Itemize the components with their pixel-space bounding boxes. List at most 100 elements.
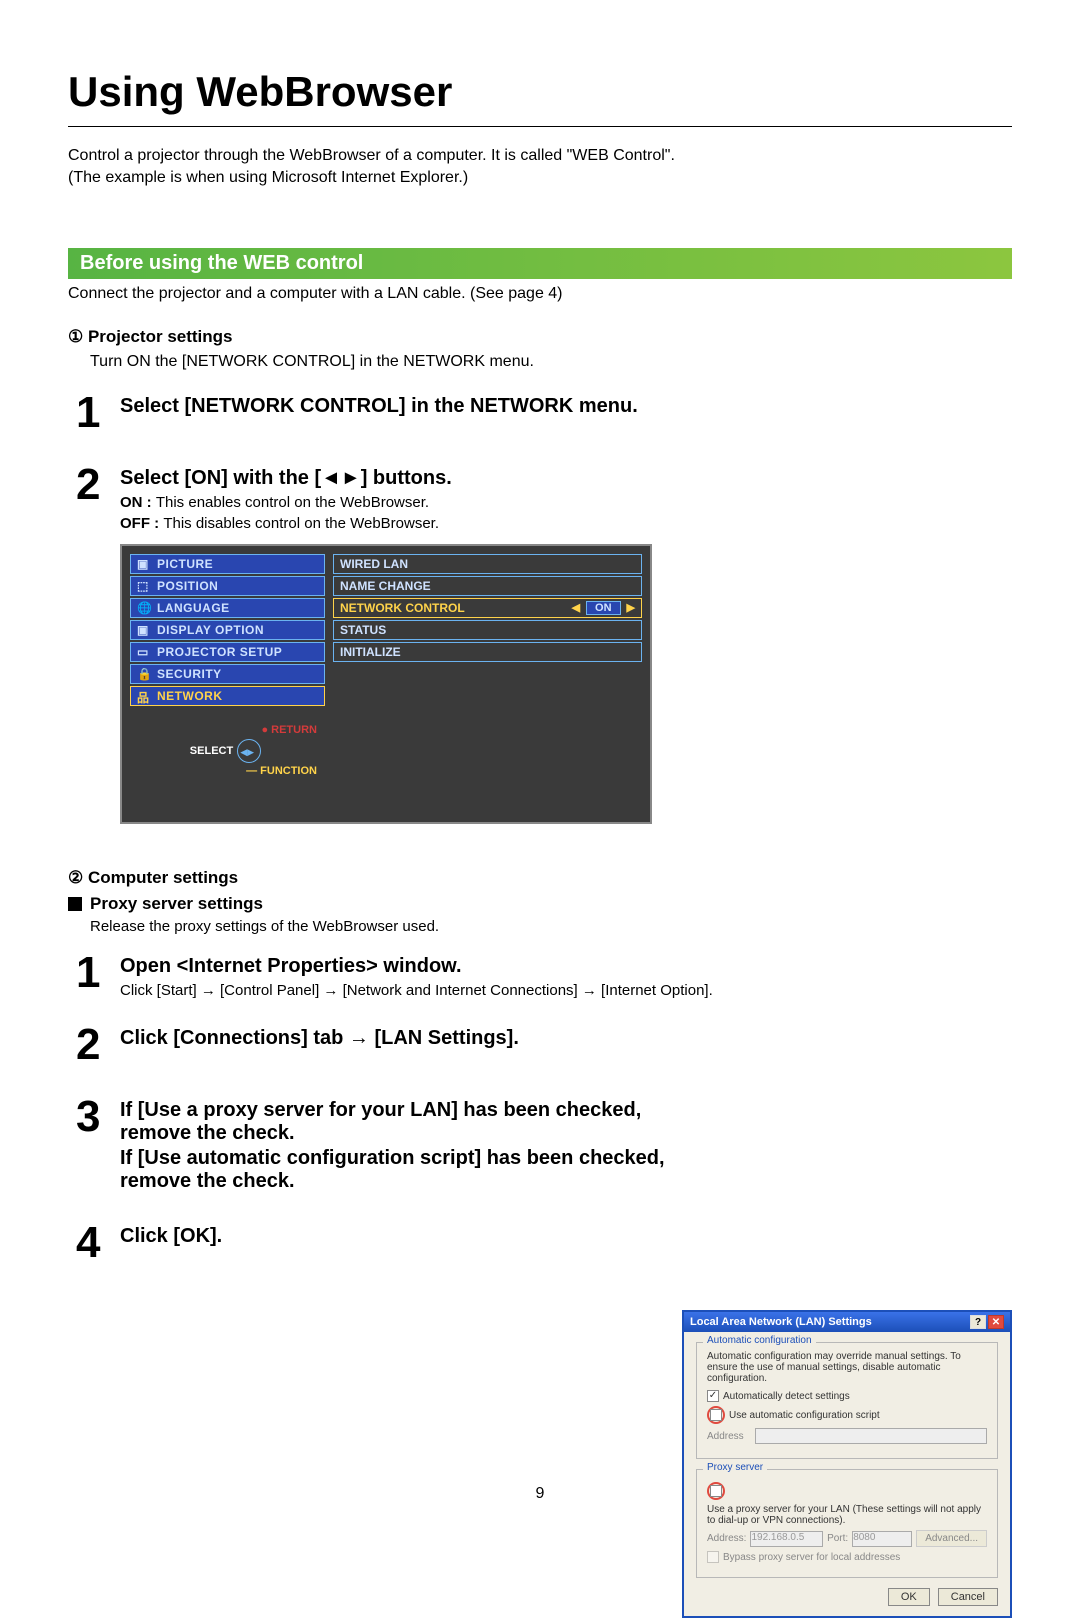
picture-icon: ▣ xyxy=(137,557,151,571)
off-desc: This disables control on the WebBrowser. xyxy=(163,515,439,532)
close-button[interactable]: ✕ xyxy=(988,1315,1004,1329)
network-icon: 品 xyxy=(137,689,151,703)
auto-config-group: Automatic configuration Automatic config… xyxy=(696,1342,998,1459)
menu-label: SECURITY xyxy=(157,667,222,681)
step-sub: Click [Start] → [Control Panel] → [Netwo… xyxy=(120,980,1012,1001)
menu-item-projector-setup: ▭ PROJECTOR SETUP xyxy=(130,642,325,662)
on-label: ON : xyxy=(120,494,156,511)
projector-settings-heading: ① Projector settings xyxy=(68,327,1012,347)
step-number: 3 xyxy=(76,1095,120,1139)
position-icon: ⬚ xyxy=(137,579,151,593)
proxy-port-label: Port: xyxy=(827,1533,848,1544)
proxy-addr-input[interactable]: 192.168.0.5 xyxy=(750,1531,823,1547)
menu-item-picture: ▣ PICTURE xyxy=(130,554,325,574)
bypass-row: Bypass proxy server for local addresses xyxy=(707,1551,987,1563)
lan-button-row: OK Cancel xyxy=(696,1588,998,1606)
auto-address-row: Address xyxy=(707,1428,987,1444)
menu-item-position: ⬚ POSITION xyxy=(130,576,325,596)
step-title-line1: If [Use a proxy server for your LAN] has… xyxy=(120,1099,678,1145)
menu-label: NAME CHANGE xyxy=(340,579,431,593)
return-label: ● RETURN xyxy=(261,724,317,736)
proxy-sub: Release the proxy settings of the WebBro… xyxy=(68,918,1012,935)
auto-config-note: Automatic configuration may override man… xyxy=(707,1351,987,1384)
menu-item-language: 🌐 LANGUAGE xyxy=(130,598,325,618)
display-icon: ▣ xyxy=(137,623,151,637)
address-label: Address xyxy=(707,1431,751,1442)
step-title: Select [ON] with the [◄►] buttons. xyxy=(120,467,1012,490)
step-title: Click [OK]. xyxy=(120,1225,1012,1248)
menu-label: NETWORK CONTROL xyxy=(340,601,465,615)
step-title: Select [NETWORK CONTROL] in the NETWORK … xyxy=(120,395,1012,418)
right-arrow-icon: ▶ xyxy=(627,601,635,614)
proxy-addr-label: Address: xyxy=(707,1533,746,1544)
projector-settings-sub: Turn ON the [NETWORK CONTROL] in the NET… xyxy=(68,353,1012,371)
intro-line-1: Control a projector through the WebBrows… xyxy=(68,147,675,164)
on-badge: ON xyxy=(586,601,621,615)
step-title: Open <Internet Properties> window. xyxy=(120,955,1012,978)
help-button[interactable]: ? xyxy=(970,1315,986,1329)
intro-line-2: (The example is when using Microsoft Int… xyxy=(68,169,468,186)
menu-r-name-change: NAME CHANGE xyxy=(333,576,642,596)
menu-label: INITIALIZE xyxy=(340,645,401,659)
menu-label: POSITION xyxy=(157,579,218,593)
menu-label: PICTURE xyxy=(157,557,213,571)
auto-script-row: Use automatic configuration script xyxy=(707,1406,987,1424)
lan-dialog-titlebar: Local Area Network (LAN) Settings ? ✕ xyxy=(684,1312,1010,1332)
projector-menu-screenshot: ▣ PICTURE ⬚ POSITION 🌐 LANGUAGE ▣DISPLAY OP… xyxy=(120,544,652,824)
proxy-port-input[interactable]: 8080 xyxy=(852,1531,912,1547)
page-title: Using WebBrowser xyxy=(68,68,1012,127)
menu-right-column: WIRED LAN NAME CHANGE NETWORK CONTROL ◀ … xyxy=(333,554,642,814)
proxy-heading: Proxy server settings xyxy=(68,894,1012,914)
menu-label: PROJECTOR SETUP xyxy=(157,645,282,659)
auto-detect-label: Automatically detect settings xyxy=(723,1391,850,1402)
proxy-legend: Proxy server xyxy=(703,1462,767,1473)
lan-dialog-title: Local Area Network (LAN) Settings xyxy=(690,1316,872,1328)
step-number: 2 xyxy=(76,1023,120,1067)
menu-r-status: STATUS xyxy=(333,620,642,640)
menu-footer: ● RETURN SELECT — FUNCTION xyxy=(130,722,325,781)
ok-button[interactable]: OK xyxy=(888,1588,930,1606)
lock-icon: 🔒 xyxy=(137,667,151,681)
computer-step-1: 1 Open <Internet Properties> window. Cli… xyxy=(68,951,1012,1001)
section-heading: Before using the WEB control xyxy=(68,248,1012,279)
projector-icon: ▭ xyxy=(137,645,151,659)
auto-address-input[interactable] xyxy=(755,1428,987,1444)
menu-r-network-control: NETWORK CONTROL ◀ ON ▶ xyxy=(333,598,642,618)
on-desc: This enables control on the WebBrowser. xyxy=(156,494,429,511)
menu-label: WIRED LAN xyxy=(340,557,408,571)
menu-item-network: 品NETWORK xyxy=(130,686,325,706)
step-number: 1 xyxy=(76,391,120,435)
off-label: OFF : xyxy=(120,515,163,532)
lan-settings-dialog: Local Area Network (LAN) Settings ? ✕ Au… xyxy=(682,1310,1012,1618)
projector-step-2: 2 Select [ON] with the [◄►] buttons. ON … xyxy=(68,463,1012,534)
intro-text: Control a projector through the WebBrows… xyxy=(68,145,1012,190)
menu-r-wired-lan: WIRED LAN xyxy=(333,554,642,574)
auto-script-label: Use automatic configuration script xyxy=(729,1410,880,1421)
menu-label: LANGUAGE xyxy=(157,601,230,615)
computer-settings-heading: ② Computer settings xyxy=(68,868,1012,888)
auto-script-checkbox[interactable] xyxy=(710,1409,722,1421)
red-circle-icon xyxy=(707,1406,725,1424)
page-number: 9 xyxy=(0,1485,1080,1503)
step-title-line2: If [Use automatic configuration script] … xyxy=(120,1147,678,1193)
function-label: — FUNCTION xyxy=(246,765,317,777)
menu-item-display-option: ▣DISPLAY OPTION xyxy=(130,620,325,640)
menu-item-security: 🔒 SECURITY xyxy=(130,664,325,684)
square-bullet-icon xyxy=(68,897,82,911)
bypass-checkbox[interactable] xyxy=(707,1551,719,1563)
step-title: Click [Connections] tab → [LAN Settings]… xyxy=(120,1027,1012,1050)
proxy-heading-text: Proxy server settings xyxy=(90,894,263,914)
step-number: 4 xyxy=(76,1221,120,1265)
section-intro: Connect the projector and a computer wit… xyxy=(68,285,1012,303)
cancel-button[interactable]: Cancel xyxy=(938,1588,998,1606)
auto-config-legend: Automatic configuration xyxy=(703,1335,816,1346)
proxy-address-row: Address: 192.168.0.5 Port: 8080 Advanced… xyxy=(707,1530,987,1547)
advanced-button[interactable]: Advanced... xyxy=(916,1530,987,1547)
menu-left-column: ▣ PICTURE ⬚ POSITION 🌐 LANGUAGE ▣DISPLAY OP… xyxy=(130,554,325,814)
computer-step-4: 4 Click [OK]. xyxy=(68,1221,1012,1265)
menu-r-initialize: INITIALIZE xyxy=(333,642,642,662)
step-number: 2 xyxy=(76,463,120,507)
auto-detect-checkbox[interactable] xyxy=(707,1390,719,1402)
globe-icon: 🌐 xyxy=(137,601,151,615)
projector-step-1: 1 Select [NETWORK CONTROL] in the NETWOR… xyxy=(68,391,1012,435)
